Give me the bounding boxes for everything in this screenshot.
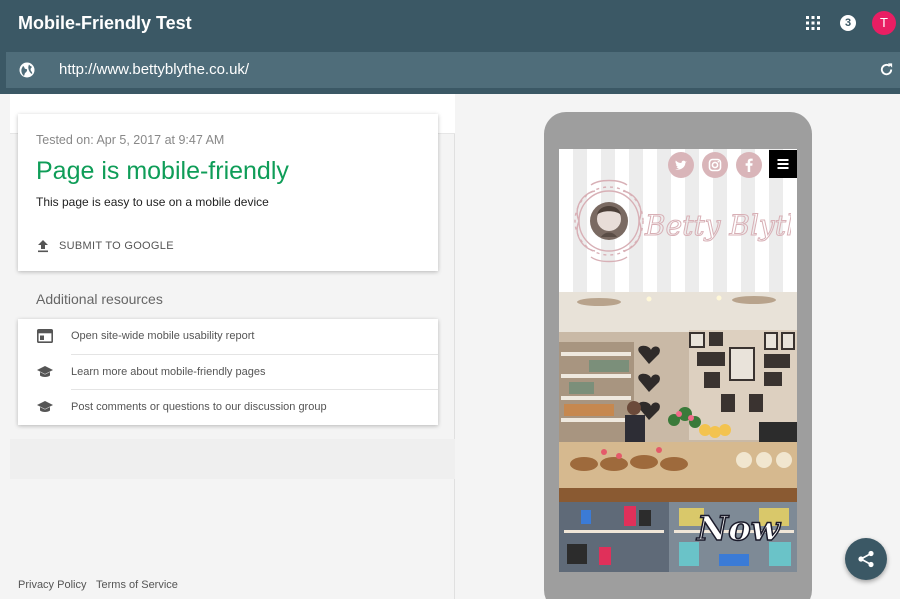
resources-title: Additional resources <box>36 291 163 307</box>
banner-text: Now <box>696 509 782 549</box>
mobile-preview-screen: Betty Blythe <box>559 149 797 572</box>
tested-on-timestamp: Tested on: Apr 5, 2017 at 9:47 AM <box>36 133 225 147</box>
notifications-badge[interactable]: 3 <box>840 15 856 31</box>
globe-icon <box>19 62 35 78</box>
twitter-icon <box>668 152 694 178</box>
resource-item-discussion-group[interactable]: Post comments or questions to our discus… <box>18 390 438 425</box>
avatar[interactable]: T <box>872 11 896 35</box>
share-button[interactable] <box>845 538 887 580</box>
facebook-icon <box>736 152 762 178</box>
refresh-icon[interactable] <box>879 62 894 77</box>
logo-text: Betty Blythe <box>644 209 791 242</box>
resources-card: Open site-wide mobile usability report L… <box>18 319 438 425</box>
app-title: Mobile-Friendly Test <box>18 13 192 33</box>
betty-blythe-logo: Betty Blythe <box>574 179 791 263</box>
shop-interior-photo <box>559 292 797 502</box>
privacy-policy-link[interactable]: Privacy Policy <box>18 579 86 591</box>
instagram-icon <box>702 152 728 178</box>
url-input[interactable]: http://www.bettyblythe.co.uk/ <box>59 61 249 78</box>
resource-item-usability-report[interactable]: Open site-wide mobile usability report <box>18 319 438 354</box>
resource-item-learn-more[interactable]: Learn more about mobile-friendly pages <box>18 355 438 390</box>
result-card: Tested on: Apr 5, 2017 at 9:47 AM Page i… <box>18 114 438 271</box>
school-icon <box>37 366 53 377</box>
resource-label: Open site-wide mobile usability report <box>71 330 255 342</box>
submit-label: SUBMIT TO GOOGLE <box>59 240 174 252</box>
apps-grid-icon[interactable] <box>806 16 820 30</box>
share-icon <box>858 550 874 568</box>
result-description: This page is easy to use on a mobile dev… <box>36 195 269 209</box>
url-input-container[interactable]: http://www.bettyblythe.co.uk/ <box>6 52 900 88</box>
report-icon <box>37 329 53 343</box>
url-bar: http://www.bettyblythe.co.uk/ <box>0 48 900 94</box>
hamburger-menu-icon <box>769 150 797 178</box>
terms-of-service-link[interactable]: Terms of Service <box>96 579 178 591</box>
results-panel: Tested on: Apr 5, 2017 at 9:47 AM Page i… <box>0 94 455 599</box>
shop-shelves-photo: Now <box>559 502 797 572</box>
upload-icon <box>38 240 48 253</box>
app-header: Mobile-Friendly Test 3 T <box>0 0 900 48</box>
resource-label: Post comments or questions to our discus… <box>71 401 327 413</box>
submit-to-google-button[interactable]: SUBMIT TO GOOGLE <box>36 237 174 255</box>
school-icon <box>37 401 53 412</box>
panel-spacer <box>10 439 455 479</box>
resource-label: Learn more about mobile-friendly pages <box>71 366 266 378</box>
result-heading: Page is mobile-friendly <box>36 157 289 185</box>
